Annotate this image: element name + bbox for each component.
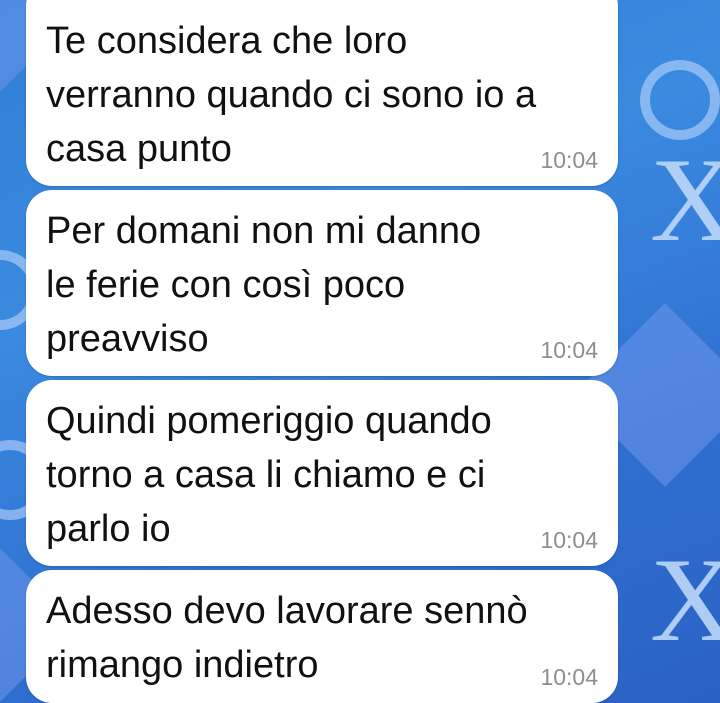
message-bubble[interactable]: Te considera che loro verranno quando ci… — [26, 0, 618, 186]
message-text: Adesso devo lavorare sennò rimango indie… — [46, 590, 528, 686]
message-bubble[interactable]: Quindi pomeriggio quando torno a casa li… — [26, 380, 618, 566]
message-text: Quindi pomeriggio quando torno a casa li… — [46, 400, 492, 550]
message-bubble[interactable]: Per domani non mi danno le ferie con cos… — [26, 190, 618, 376]
message-timestamp: 10:04 — [540, 147, 598, 173]
message-list[interactable]: Te considera che loro verranno quando ci… — [0, 0, 720, 703]
message-timestamp: 10:04 — [540, 664, 598, 690]
message-text: Per domani non mi danno le ferie con cos… — [46, 210, 482, 360]
message-timestamp: 10:04 — [540, 337, 598, 363]
message-timestamp: 10:04 — [540, 527, 598, 553]
message-text: Te considera che loro verranno quando ci… — [46, 20, 537, 170]
message-bubble[interactable]: Adesso devo lavorare sennò rimango indie… — [26, 570, 618, 703]
